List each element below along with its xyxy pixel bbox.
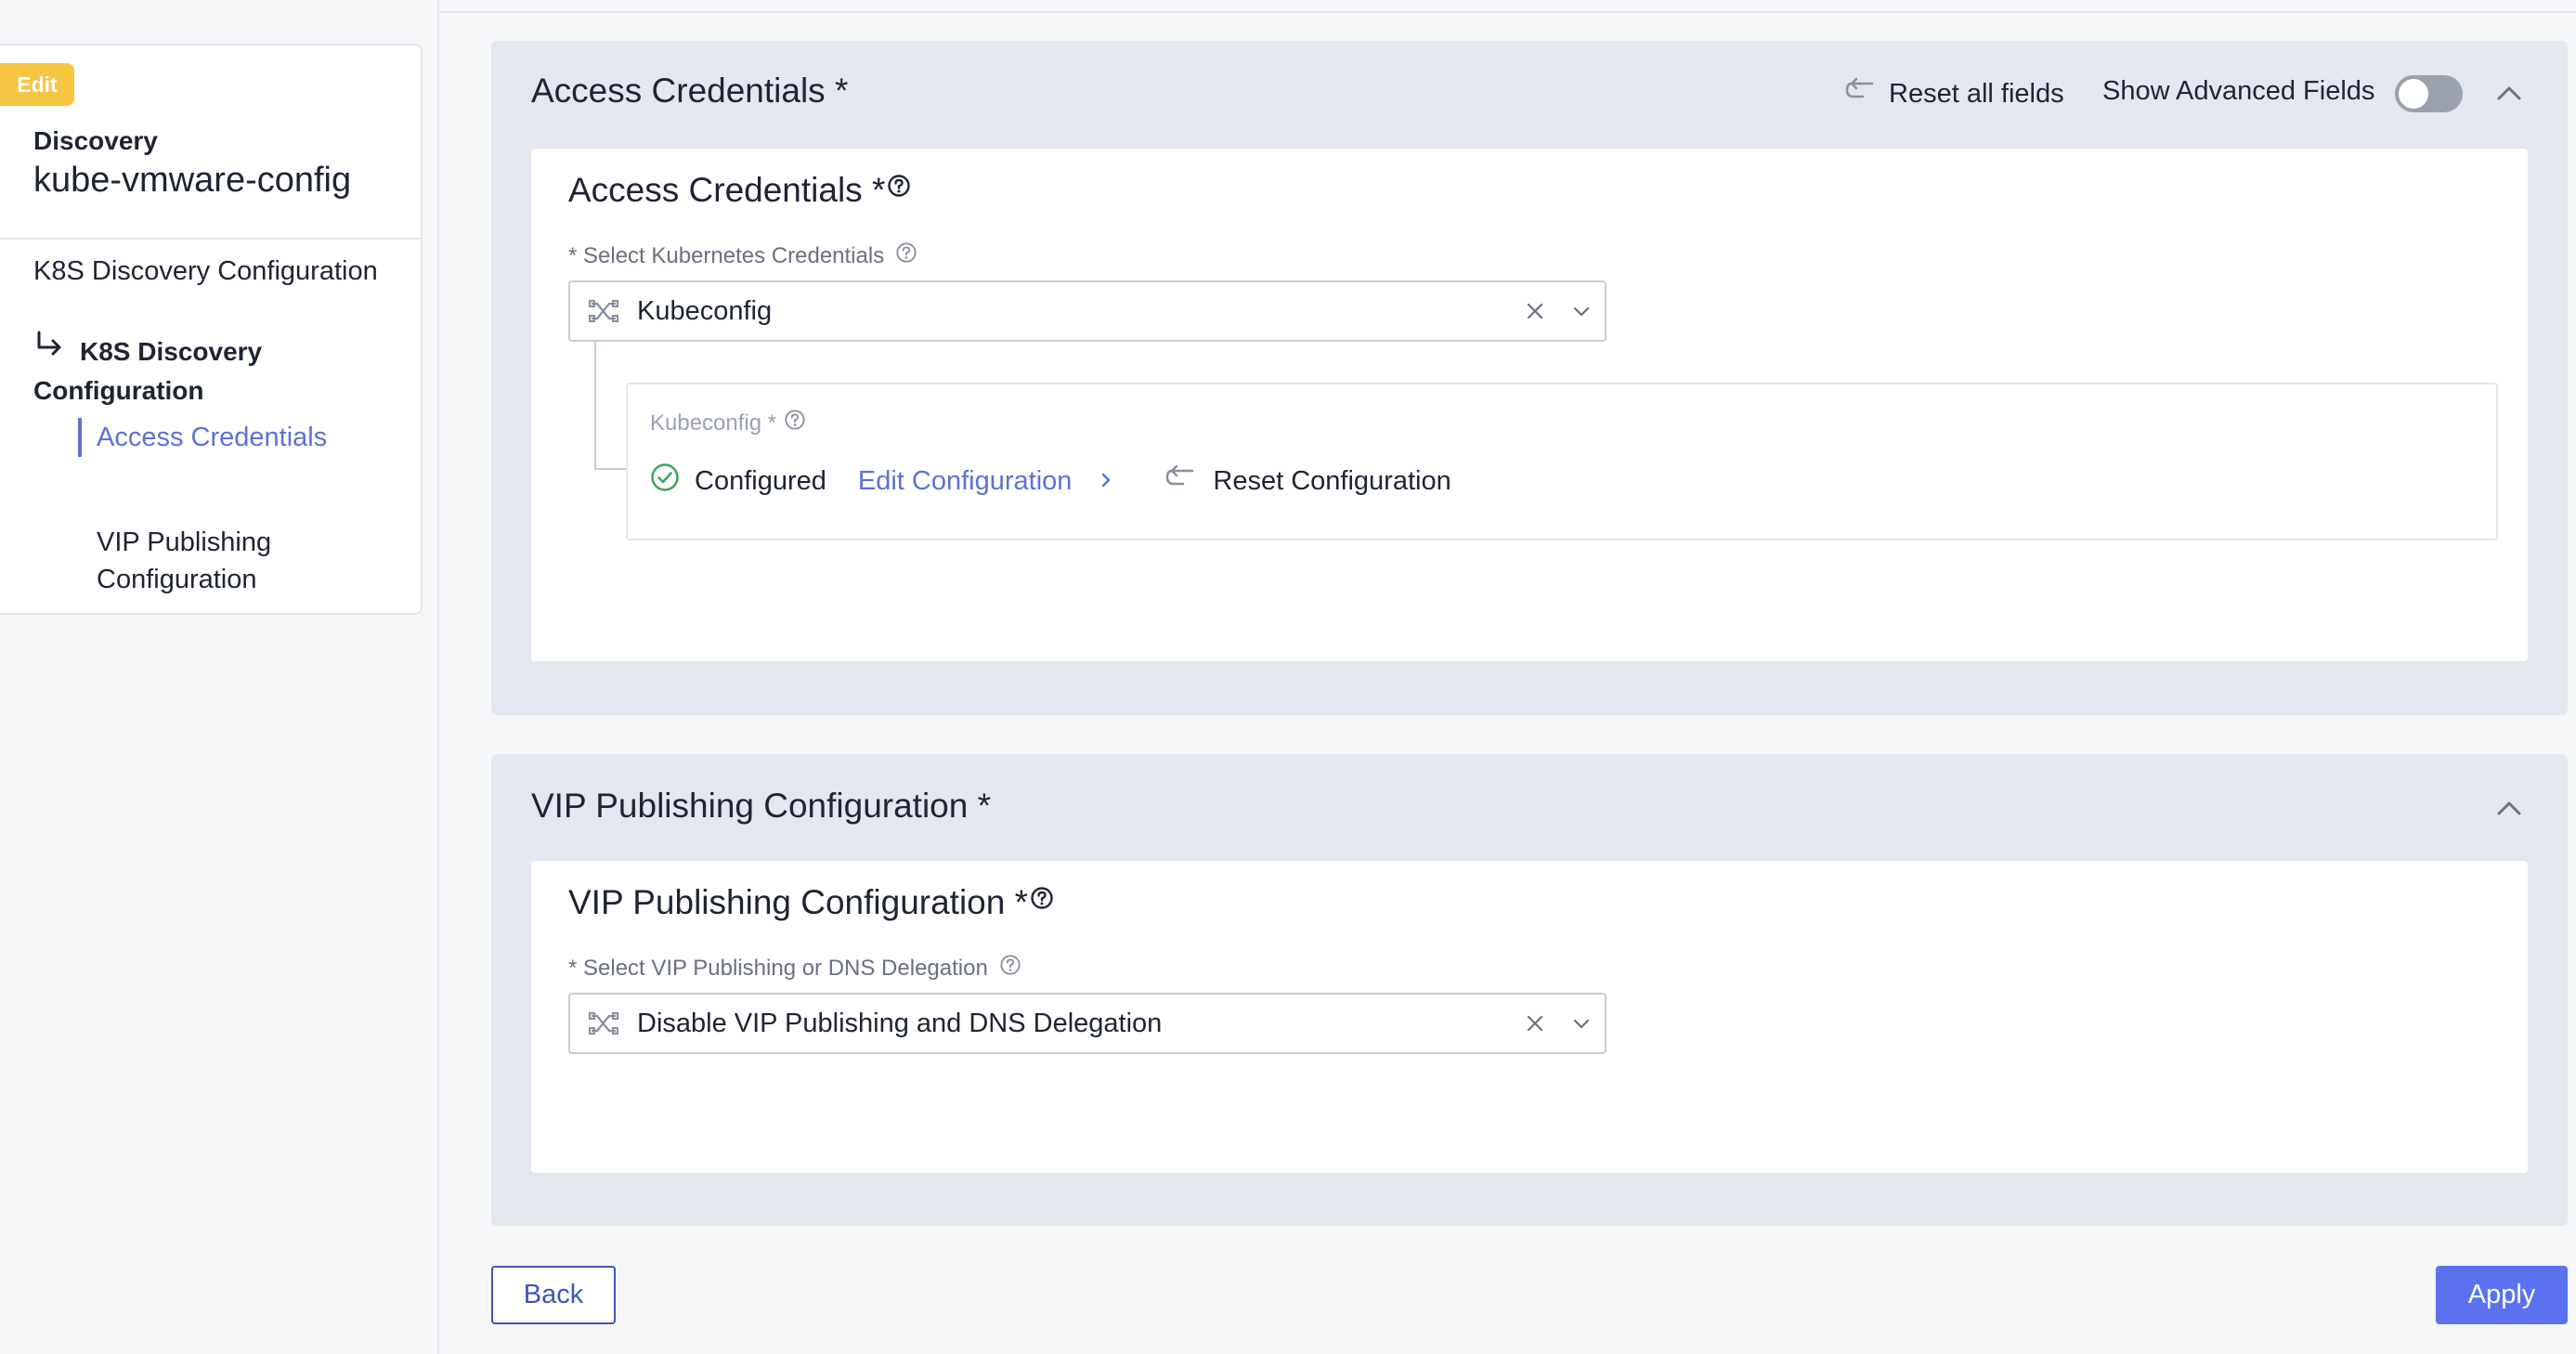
sidebar-item-k8s-discovery-current[interactable]: K8S Discovery Configuration	[33, 329, 386, 410]
section-title: Access Credentials *	[531, 72, 849, 110]
reset-all-fields-button[interactable]: Reset all fields	[1844, 76, 2064, 111]
shuffle-icon	[570, 298, 637, 324]
section-title: VIP Publishing Configuration *	[531, 787, 992, 825]
advanced-fields-toggle[interactable]	[2395, 75, 2463, 112]
credentials-field-label: * Select Kubernetes Credentials	[568, 241, 917, 270]
kubeconfig-label: Kubeconfig *	[650, 409, 806, 437]
credentials-select[interactable]: Kubeconfig	[568, 280, 1607, 342]
toggle-knob	[2399, 79, 2428, 109]
discovery-label: Discovery	[33, 126, 158, 155]
discovery-name: kube-vmware-config	[33, 161, 352, 200]
reset-configuration-button[interactable]: Reset Configuration	[1213, 466, 1451, 497]
edit-configuration-link[interactable]: Edit Configuration	[858, 466, 1073, 497]
reset-icon	[1844, 76, 1876, 111]
turn-right-arrow-icon	[33, 329, 80, 370]
clear-icon[interactable]	[1512, 302, 1558, 320]
configured-status: Configured	[695, 465, 826, 496]
edit-badge: Edit	[0, 63, 74, 106]
panel-title: VIP Publishing Configuration *	[568, 883, 1054, 922]
check-circle-icon	[650, 462, 680, 500]
sidebar-separator	[0, 238, 421, 240]
help-icon[interactable]	[1030, 879, 1054, 918]
chevron-down-icon[interactable]	[1558, 302, 1605, 320]
vip-select-value: Disable VIP Publishing and DNS Delegatio…	[637, 1008, 1163, 1038]
back-button[interactable]: Back	[491, 1266, 616, 1324]
vip-select[interactable]: Disable VIP Publishing and DNS Delegatio…	[568, 993, 1607, 1054]
chevron-right-icon[interactable]	[1099, 467, 1112, 496]
access-credentials-panel: Access Credentials * * Select Kubernetes…	[531, 149, 2528, 661]
access-credentials-section: Access Credentials * Reset all fields Sh…	[491, 41, 2568, 715]
kubeconfig-box: Kubeconfig * Configured Edit Configurati…	[626, 383, 2498, 540]
sidebar-item-access-credentials[interactable]: Access Credentials	[78, 418, 327, 457]
panel-title: Access Credentials *	[568, 171, 911, 210]
kubeconfig-status-row: Configured Edit Configuration Reset Conf…	[650, 462, 1451, 500]
help-icon[interactable]	[999, 954, 1021, 983]
help-icon[interactable]	[895, 241, 917, 270]
vip-field-label: * Select VIP Publishing or DNS Delegatio…	[568, 954, 1021, 983]
collapse-chevron-up-icon[interactable]	[2495, 795, 2523, 823]
chevron-down-icon[interactable]	[1558, 1014, 1605, 1033]
tree-connector	[594, 342, 626, 470]
top-bar	[439, 0, 2576, 13]
reset-icon	[1164, 463, 1196, 499]
vip-publishing-section: VIP Publishing Configuration * VIP Publi…	[491, 754, 2568, 1226]
sidebar-item-k8s-discovery[interactable]: K8S Discovery Configuration	[33, 256, 378, 287]
help-icon[interactable]	[887, 167, 911, 206]
collapse-chevron-up-icon[interactable]	[2495, 80, 2523, 108]
sidebar-divider	[437, 0, 439, 1354]
advanced-fields-label: Show Advanced Fields	[2102, 76, 2375, 106]
shuffle-icon	[570, 1010, 637, 1036]
vip-publishing-panel: VIP Publishing Configuration * * Select …	[531, 861, 2528, 1173]
apply-button[interactable]: Apply	[2436, 1266, 2568, 1324]
sidebar-item-vip-publishing[interactable]: VIP Publishing Configuration	[97, 524, 375, 598]
clear-icon[interactable]	[1512, 1014, 1558, 1033]
reset-all-label: Reset all fields	[1889, 78, 2064, 109]
credentials-select-value: Kubeconfig	[637, 295, 773, 326]
sidebar: Edit Discovery kube-vmware-config K8S Di…	[0, 44, 423, 615]
help-icon[interactable]	[784, 409, 806, 437]
